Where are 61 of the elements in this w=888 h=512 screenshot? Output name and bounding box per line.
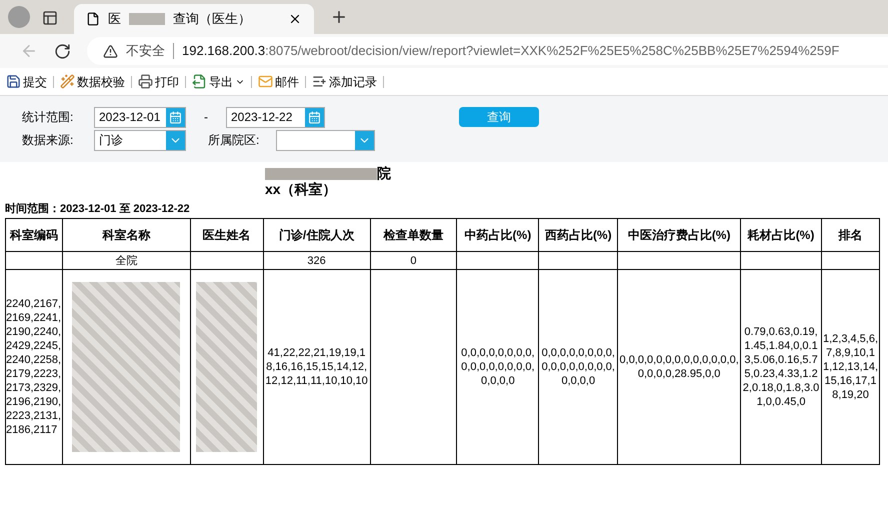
- tab-title-end: 查询（医生）: [173, 10, 251, 28]
- column-header: 中医治疗费占比(%): [628, 228, 730, 242]
- campus-label: 所属院区:: [208, 132, 260, 149]
- url-path: :8075/webroot/decision/view/report?viewlet=XXK%252F%25E5%258C%25BB%25E7%2594%259F: [265, 42, 840, 60]
- column-header: 门诊/住院人次: [278, 228, 354, 242]
- toolbar-button[interactable]: 邮件: [256, 72, 301, 90]
- calendar-icon[interactable]: [169, 110, 182, 124]
- reload-icon[interactable]: [54, 42, 71, 60]
- report-subtitle: xx（科室）: [264, 180, 338, 198]
- date-field[interactable]: 2023-12-22: [226, 106, 325, 128]
- address-bar[interactable]: 不安全 192.168.200.3:8075/webroot/decision/view/report?viewlet=XXK%252F%25E5%258C%25BB%25E7%2594%259F: [87, 37, 888, 65]
- redacted-block: [129, 13, 165, 25]
- source-label: 数据来源:: [22, 132, 74, 149]
- export-icon: [192, 74, 207, 89]
- table-cell-text: 41,22,22,21,19,19,18,16,16,15,15,14,12,12,12,11,11,10,10,10: [264, 346, 369, 388]
- warning-icon: [103, 44, 118, 58]
- tab-panel-icon[interactable]: [42, 10, 58, 26]
- avatar-icon[interactable]: [8, 6, 30, 28]
- table-cell: 全院: [115, 254, 138, 268]
- toolbar-button[interactable]: 添加记录: [310, 72, 379, 90]
- security-label: 不安全: [126, 42, 165, 60]
- printer-icon: [138, 74, 153, 89]
- calendar-icon[interactable]: [308, 110, 321, 124]
- source-dropdown[interactable]: 门诊: [94, 130, 186, 150]
- list-add-icon: [312, 74, 327, 89]
- column-header: 科室编码: [10, 228, 58, 242]
- column-header: 排名: [838, 228, 862, 242]
- url-host: 192.168.200.3: [182, 42, 266, 60]
- page-icon: [86, 12, 100, 26]
- toolbar-button[interactable]: 数据校验: [58, 72, 127, 90]
- table-cell-text: 0,0,0,0,0,0,0,0,0,0,0,0,0,0,0,0,0,0,0,0: [540, 346, 616, 388]
- column-header: 医生姓名: [202, 228, 251, 242]
- close-icon[interactable]: [288, 12, 302, 26]
- range-label: 统计范围:: [22, 109, 74, 126]
- toolbar-button[interactable]: 导出: [190, 72, 247, 90]
- new-tab-icon[interactable]: [330, 8, 348, 26]
- table-cell: 0: [410, 254, 417, 268]
- back-icon[interactable]: [20, 42, 38, 60]
- toolbar-button[interactable]: 打印: [136, 72, 181, 90]
- table-cell: 1,2,3,4,5,6,7,8,9,10,11,12,13,14,15,16,17,18,19,20: [822, 332, 879, 402]
- column-header: 科室名称: [102, 228, 150, 242]
- report-title: 院: [377, 166, 391, 180]
- table-cell: 326: [307, 254, 326, 268]
- table-cell: 2240,2167,2169,2241,2190,2240,2429,2245,2240,2258,2179,2223,2173,2329,2196,2190,2223,2131,2186,2117: [6, 297, 62, 437]
- tab-title-start: 医: [108, 10, 121, 28]
- save-icon: [6, 74, 21, 89]
- column-header: 检查单数量: [383, 228, 444, 242]
- table-cell-text: 0.79,0.63,0.19,1.45,1.84,0,0.13,5.06,0.16,5.75,0.23,4.33,1.22,0.18,0,1.8,3.01,0,0.45,0: [742, 325, 820, 409]
- range-dash: -: [204, 109, 208, 126]
- wand-icon: [60, 74, 75, 89]
- table-cell-text: 0,0,0,0,0,0,0,0,0,0,0,0,0,0,0,0,0,0,0,0: [460, 346, 536, 388]
- column-header: 中药占比(%): [464, 228, 532, 242]
- time-range: 时间范围：2023-12-01 至 2023-12-22: [5, 202, 191, 216]
- table-cell-text: 0,0,0,0,0,0,0,0,0,0,0,0,0,0,0,0,0,28.95,0,0: [618, 353, 740, 381]
- campus-dropdown[interactable]: [276, 130, 375, 150]
- toolbar-button[interactable]: 提交: [4, 72, 49, 90]
- column-header: 耗材占比(%): [748, 228, 814, 242]
- browser-tab[interactable]: 医 查询（医生）: [74, 4, 314, 34]
- column-header: 西药占比(%): [544, 228, 612, 242]
- mail-icon: [258, 74, 273, 89]
- date-field[interactable]: 2023-12-01: [94, 106, 186, 128]
